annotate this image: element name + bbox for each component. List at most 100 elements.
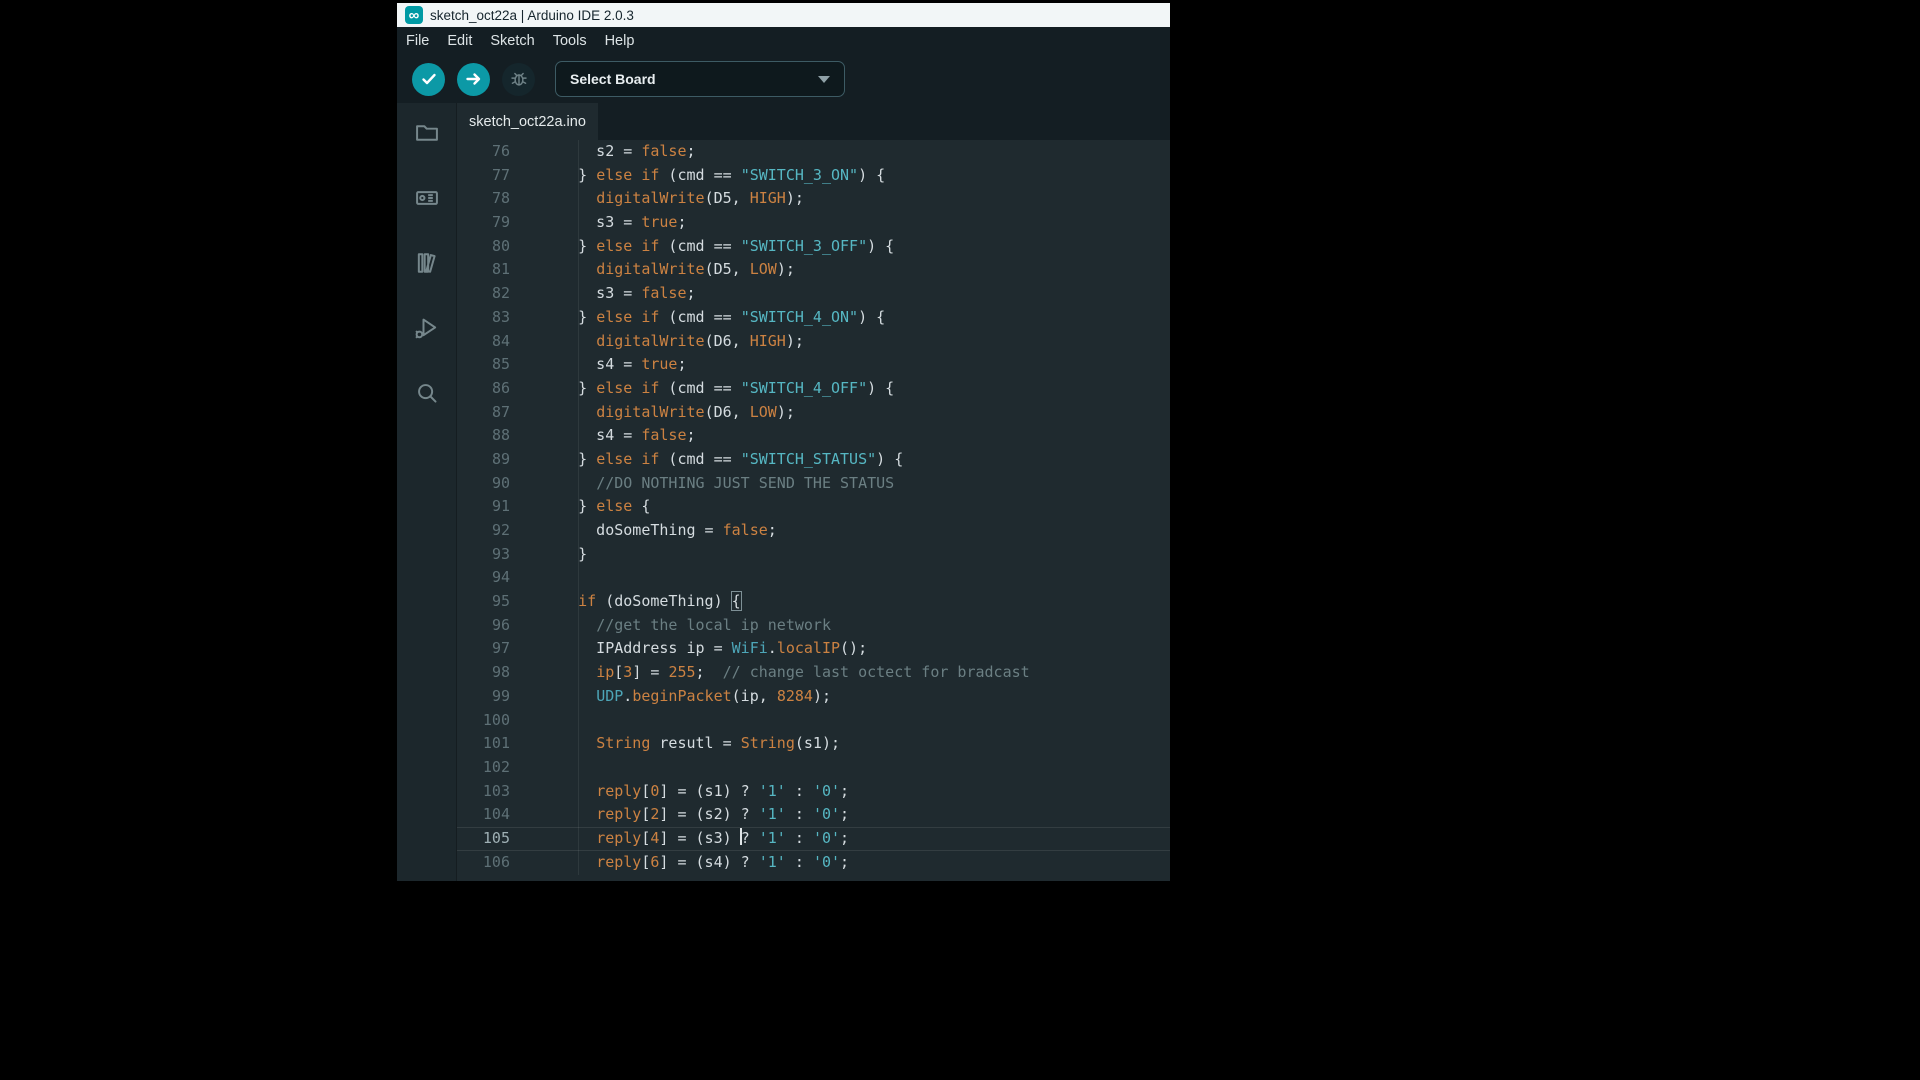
line-number[interactable]: 91 xyxy=(457,495,542,519)
code-editor[interactable]: 76 s2 = false;77 } else if (cmd == "SWIT… xyxy=(457,140,1170,881)
code-line[interactable]: 79 s3 = true; xyxy=(457,211,1170,235)
code-token: else xyxy=(596,497,632,515)
code-line[interactable]: 85 s4 = true; xyxy=(457,353,1170,377)
sketchbook-folder-icon[interactable] xyxy=(413,119,441,147)
code-token: ; xyxy=(840,805,849,823)
line-number[interactable]: 96 xyxy=(457,614,542,638)
boards-manager-icon[interactable] xyxy=(413,184,441,212)
menu-tools[interactable]: Tools xyxy=(544,33,596,49)
code-line[interactable]: 87 digitalWrite(D6, LOW); xyxy=(457,401,1170,425)
code-line[interactable]: 92 doSomeThing = false; xyxy=(457,519,1170,543)
code-line[interactable]: 103 reply[0] = (s1) ? '1' : '0'; xyxy=(457,780,1170,804)
line-number[interactable]: 79 xyxy=(457,211,542,235)
library-manager-icon[interactable] xyxy=(413,249,441,277)
line-number[interactable]: 85 xyxy=(457,353,542,377)
code-token: digitalWrite xyxy=(596,403,704,421)
line-number[interactable]: 105 xyxy=(457,827,542,851)
code-line[interactable]: 106 reply[6] = (s4) ? '1' : '0'; xyxy=(457,851,1170,875)
code-token: true xyxy=(641,213,677,231)
code-token: : xyxy=(786,829,813,847)
code-token: else xyxy=(596,237,632,255)
code-line[interactable]: 104 reply[2] = (s2) ? '1' : '0'; xyxy=(457,803,1170,827)
code-line[interactable]: 93 } xyxy=(457,543,1170,567)
code-line[interactable]: 99 UDP.beginPacket(ip, 8284); xyxy=(457,685,1170,709)
menu-sketch[interactable]: Sketch xyxy=(481,33,543,49)
code-line[interactable]: 94 xyxy=(457,566,1170,590)
code-text: ip[3] = 255; // change last octect for b… xyxy=(542,661,1030,685)
code-token: (cmd == xyxy=(659,237,740,255)
line-number[interactable]: 87 xyxy=(457,401,542,425)
search-icon[interactable] xyxy=(413,379,441,407)
line-number[interactable]: 93 xyxy=(457,543,542,567)
line-number[interactable]: 106 xyxy=(457,851,542,875)
code-line[interactable]: 86 } else if (cmd == "SWITCH_4_OFF") { xyxy=(457,377,1170,401)
code-token xyxy=(542,189,596,207)
line-number[interactable]: 102 xyxy=(457,756,542,780)
line-number[interactable]: 83 xyxy=(457,306,542,330)
code-line[interactable]: 81 digitalWrite(D5, LOW); xyxy=(457,258,1170,282)
code-line[interactable]: 97 IPAddress ip = WiFi.localIP(); xyxy=(457,637,1170,661)
code-token: : xyxy=(786,853,813,871)
code-token: digitalWrite xyxy=(596,260,704,278)
line-number[interactable]: 90 xyxy=(457,472,542,496)
code-line[interactable]: 95 if (doSomeThing) { xyxy=(457,590,1170,614)
code-token: if xyxy=(641,379,659,397)
upload-button[interactable] xyxy=(457,63,490,96)
code-line[interactable]: 101 String resutl = String(s1); xyxy=(457,732,1170,756)
line-number[interactable]: 104 xyxy=(457,803,542,827)
code-line[interactable]: 100 xyxy=(457,709,1170,733)
menu-file[interactable]: File xyxy=(397,33,438,49)
board-selector-dropdown[interactable]: Select Board xyxy=(555,61,845,97)
line-number[interactable]: 76 xyxy=(457,140,542,164)
code-line[interactable]: 90 //DO NOTHING JUST SEND THE STATUS xyxy=(457,472,1170,496)
line-number[interactable]: 98 xyxy=(457,661,542,685)
line-number[interactable]: 94 xyxy=(457,566,542,590)
tab-bar: sketch_oct22a.ino xyxy=(457,103,1170,140)
line-number[interactable]: 81 xyxy=(457,258,542,282)
code-token: (cmd == xyxy=(659,450,740,468)
code-line[interactable]: 88 s4 = false; xyxy=(457,424,1170,448)
code-line[interactable]: 76 s2 = false; xyxy=(457,140,1170,164)
line-number[interactable]: 77 xyxy=(457,164,542,188)
code-token: HIGH xyxy=(750,332,786,350)
code-token: if xyxy=(641,450,659,468)
line-number[interactable]: 99 xyxy=(457,685,542,709)
code-line[interactable]: 105 reply[4] = (s3) ? '1' : '0'; xyxy=(457,827,1170,851)
code-line[interactable]: 102 xyxy=(457,756,1170,780)
code-line[interactable]: 77 } else if (cmd == "SWITCH_3_ON") { xyxy=(457,164,1170,188)
line-number[interactable]: 89 xyxy=(457,448,542,472)
code-token: ); xyxy=(777,260,795,278)
debugger-icon[interactable] xyxy=(413,314,441,342)
code-text: reply[4] = (s3) ? '1' : '0'; xyxy=(542,827,849,851)
code-line[interactable]: 82 s3 = false; xyxy=(457,282,1170,306)
line-number[interactable]: 84 xyxy=(457,330,542,354)
code-line[interactable]: 83 } else if (cmd == "SWITCH_4_ON") { xyxy=(457,306,1170,330)
line-number[interactable]: 78 xyxy=(457,187,542,211)
debug-button[interactable] xyxy=(502,63,535,96)
menu-edit[interactable]: Edit xyxy=(438,33,481,49)
line-number[interactable]: 103 xyxy=(457,780,542,804)
line-number[interactable]: 101 xyxy=(457,732,542,756)
line-number[interactable]: 86 xyxy=(457,377,542,401)
code-line[interactable]: 84 digitalWrite(D6, HIGH); xyxy=(457,330,1170,354)
code-token: (cmd == xyxy=(659,166,740,184)
code-line[interactable]: 80 } else if (cmd == "SWITCH_3_OFF") { xyxy=(457,235,1170,259)
line-number[interactable]: 100 xyxy=(457,709,542,733)
tab-sketch-file[interactable]: sketch_oct22a.ino xyxy=(457,103,598,140)
menu-help[interactable]: Help xyxy=(596,33,644,49)
line-number[interactable]: 82 xyxy=(457,282,542,306)
line-number[interactable]: 95 xyxy=(457,590,542,614)
code-line[interactable]: 98 ip[3] = 255; // change last octect fo… xyxy=(457,661,1170,685)
code-text: if (doSomeThing) { xyxy=(542,590,741,614)
code-line[interactable]: 89 } else if (cmd == "SWITCH_STATUS") { xyxy=(457,448,1170,472)
code-line[interactable]: 96 //get the local ip network xyxy=(457,614,1170,638)
line-number[interactable]: 97 xyxy=(457,637,542,661)
code-token: localIP xyxy=(777,639,840,657)
text-cursor xyxy=(740,828,742,845)
code-line[interactable]: 91 } else { xyxy=(457,495,1170,519)
code-line[interactable]: 78 digitalWrite(D5, HIGH); xyxy=(457,187,1170,211)
line-number[interactable]: 80 xyxy=(457,235,542,259)
line-number[interactable]: 88 xyxy=(457,424,542,448)
line-number[interactable]: 92 xyxy=(457,519,542,543)
verify-button[interactable] xyxy=(412,63,445,96)
